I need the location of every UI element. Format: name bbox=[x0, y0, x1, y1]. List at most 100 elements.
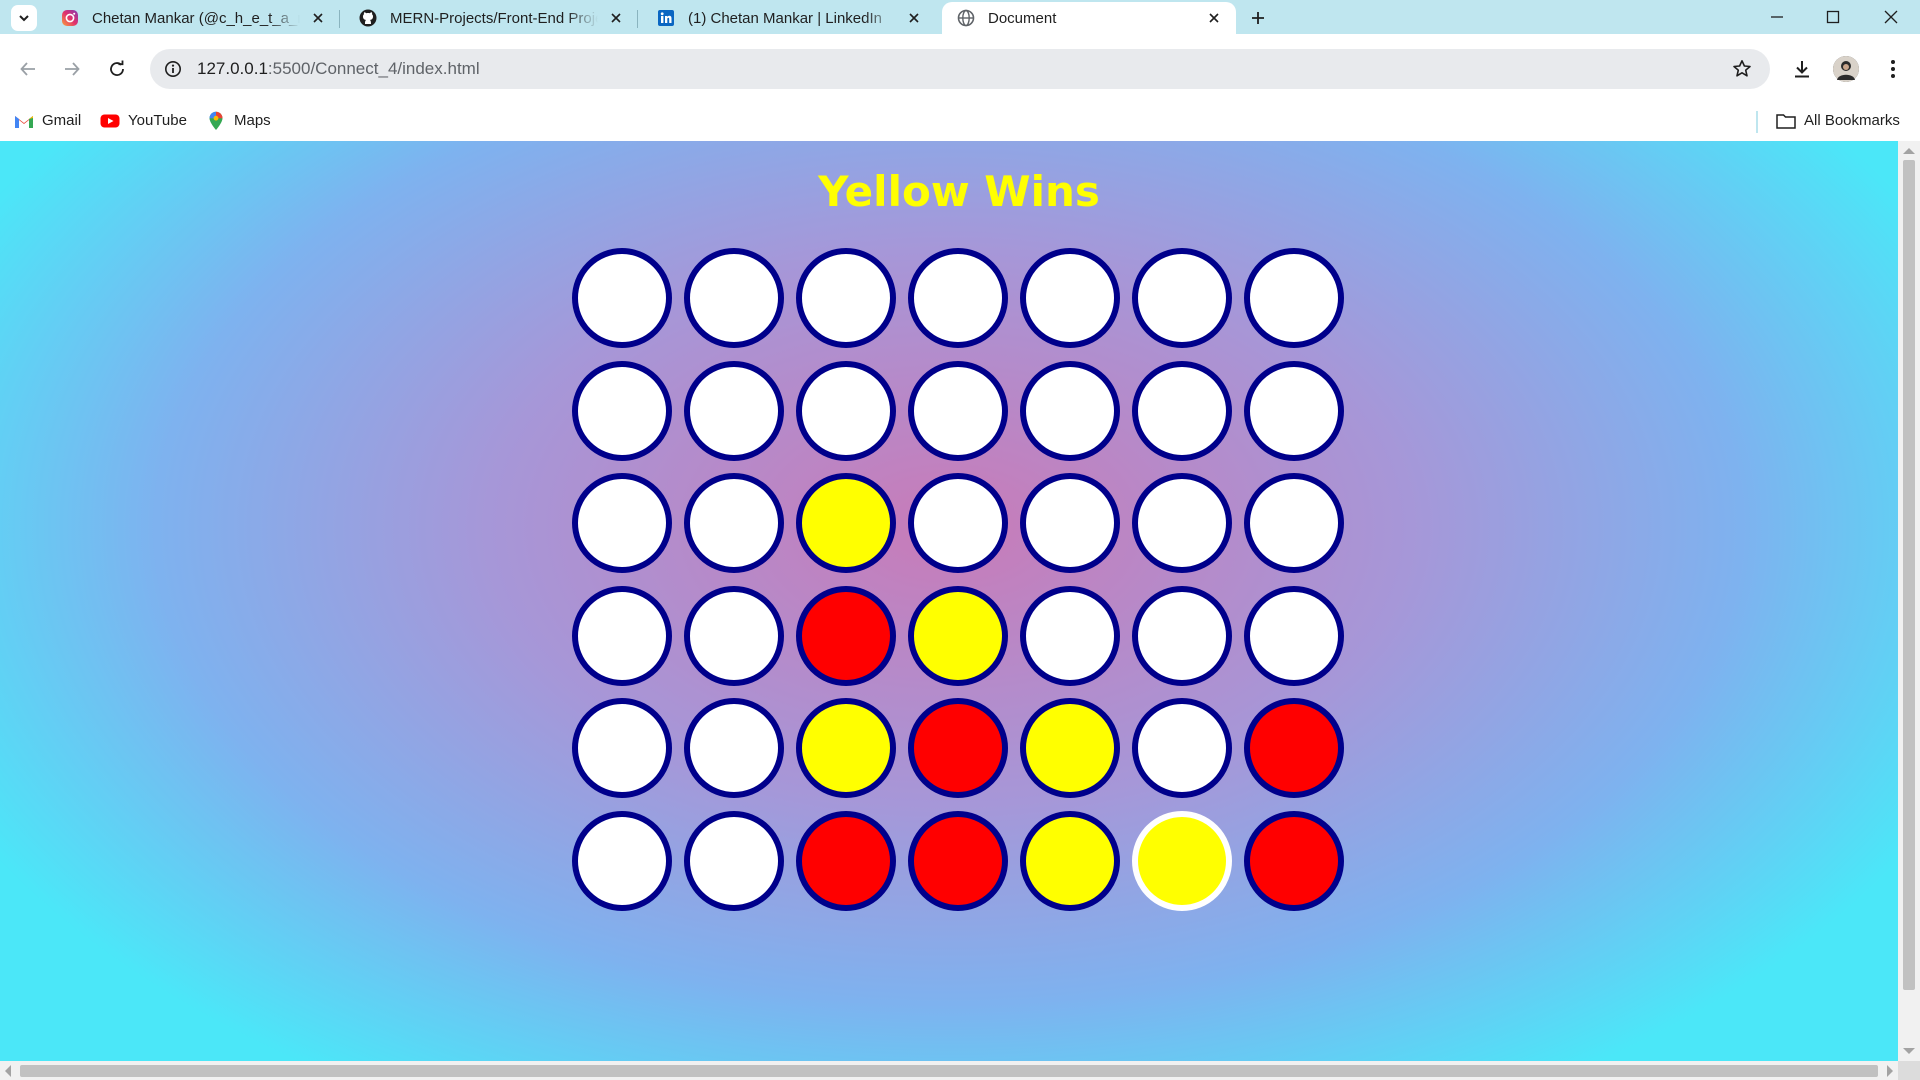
all-bookmarks-button[interactable]: All Bookmarks bbox=[1776, 101, 1900, 140]
board-cell[interactable] bbox=[1020, 248, 1120, 348]
menu-button[interactable] bbox=[1876, 52, 1910, 86]
board-cell[interactable] bbox=[908, 360, 1008, 461]
board-cell[interactable] bbox=[1132, 810, 1232, 911]
minimize-button[interactable] bbox=[1754, 0, 1800, 34]
scroll-right-arrow-icon[interactable] bbox=[1887, 1065, 1893, 1077]
board-cell[interactable] bbox=[1020, 698, 1120, 799]
bookmark-maps[interactable]: Maps bbox=[206, 101, 271, 140]
board-cell[interactable] bbox=[1020, 585, 1120, 686]
scroll-down-arrow-icon[interactable] bbox=[1903, 1048, 1915, 1054]
instagram-icon bbox=[60, 8, 80, 28]
arrow-left-icon bbox=[20, 62, 35, 76]
reload-button[interactable] bbox=[100, 52, 134, 86]
board-cell[interactable] bbox=[1132, 473, 1232, 574]
url-host: 127.0.0.1 bbox=[197, 59, 268, 78]
board-cell[interactable] bbox=[1132, 698, 1232, 799]
board-cell[interactable] bbox=[796, 585, 896, 686]
board-cell[interactable] bbox=[684, 810, 784, 911]
board-cell[interactable] bbox=[572, 360, 672, 461]
vertical-scrollbar[interactable] bbox=[1898, 141, 1920, 1061]
browser-toolbar: 127.0.0.1:5500/Connect_4/index.html Gmai… bbox=[0, 34, 1920, 140]
game-status-heading: Yellow Wins bbox=[818, 167, 1100, 216]
board-cell[interactable] bbox=[796, 698, 896, 799]
board-cell[interactable] bbox=[1244, 585, 1344, 686]
avatar bbox=[1833, 56, 1859, 82]
board-cell[interactable] bbox=[1244, 810, 1344, 911]
board-cell[interactable] bbox=[1244, 248, 1344, 348]
board-cell[interactable] bbox=[908, 585, 1008, 686]
board-cell[interactable] bbox=[572, 473, 672, 574]
tab-title: (1) Chetan Mankar | LinkedIn bbox=[688, 9, 882, 27]
board-cell[interactable] bbox=[572, 585, 672, 686]
board-cell[interactable] bbox=[684, 585, 784, 686]
bookmark-gmail[interactable]: Gmail bbox=[14, 101, 81, 140]
plus-icon bbox=[1252, 12, 1264, 24]
board-cell[interactable] bbox=[1020, 360, 1120, 461]
tab-github[interactable]: MERN-Projects/Front-End Proje bbox=[344, 2, 638, 34]
bookmark-label: Maps bbox=[234, 112, 271, 129]
maps-icon bbox=[206, 111, 226, 131]
board-cell[interactable] bbox=[572, 248, 672, 348]
address-bar[interactable]: 127.0.0.1:5500/Connect_4/index.html bbox=[150, 49, 1770, 89]
board-cell[interactable] bbox=[1020, 810, 1120, 911]
maximize-icon bbox=[1826, 10, 1840, 24]
forward-button[interactable] bbox=[55, 52, 89, 86]
board-cell[interactable] bbox=[684, 248, 784, 348]
bookmark-star-icon[interactable] bbox=[1730, 57, 1754, 81]
more-vertical-icon bbox=[1891, 60, 1895, 78]
downloads-button[interactable] bbox=[1785, 52, 1819, 86]
close-tab-icon[interactable] bbox=[904, 8, 924, 28]
horizontal-scrollbar[interactable] bbox=[0, 1061, 1898, 1080]
board-cell[interactable] bbox=[908, 810, 1008, 911]
tab-separator bbox=[339, 10, 340, 28]
board-cell[interactable] bbox=[684, 360, 784, 461]
scrollbar-corner bbox=[1898, 1061, 1920, 1080]
profile-button[interactable] bbox=[1829, 52, 1863, 86]
board-cell[interactable] bbox=[796, 360, 896, 461]
close-tab-icon[interactable] bbox=[308, 8, 328, 28]
bookmark-label: YouTube bbox=[128, 112, 187, 129]
board-cell[interactable] bbox=[908, 473, 1008, 574]
minimize-icon bbox=[1771, 16, 1783, 18]
close-icon bbox=[1884, 10, 1898, 24]
tab-instagram[interactable]: Chetan Mankar (@c_h_e_t_a_n_ bbox=[46, 2, 340, 34]
url-path: :5500/Connect_4/index.html bbox=[267, 59, 480, 78]
scroll-up-arrow-icon[interactable] bbox=[1903, 148, 1915, 154]
site-info-icon[interactable] bbox=[160, 56, 186, 82]
board-cell[interactable] bbox=[572, 698, 672, 799]
board-cell[interactable] bbox=[908, 698, 1008, 799]
board-cell[interactable] bbox=[572, 810, 672, 911]
url-text[interactable]: 127.0.0.1:5500/Connect_4/index.html bbox=[197, 59, 480, 79]
close-tab-icon[interactable] bbox=[1204, 8, 1224, 28]
close-window-button[interactable] bbox=[1868, 0, 1914, 34]
tab-search-button[interactable] bbox=[11, 5, 37, 31]
board-cell[interactable] bbox=[1132, 360, 1232, 461]
close-tab-icon[interactable] bbox=[606, 8, 626, 28]
board-cell[interactable] bbox=[684, 473, 784, 574]
tab-document[interactable]: Document bbox=[942, 2, 1236, 34]
vertical-scrollbar-thumb[interactable] bbox=[1903, 160, 1915, 990]
bookmarks-divider bbox=[1756, 111, 1758, 133]
tab-title: Chetan Mankar (@c_h_e_t_a_n_ bbox=[92, 9, 300, 27]
tab-title: Document bbox=[988, 9, 1057, 27]
board-cell[interactable] bbox=[796, 248, 896, 348]
maximize-button[interactable] bbox=[1810, 0, 1856, 34]
board-cell[interactable] bbox=[1132, 585, 1232, 686]
tab-linkedin[interactable]: (1) Chetan Mankar | LinkedIn bbox=[642, 2, 936, 34]
board-cell[interactable] bbox=[1132, 248, 1232, 348]
board-cell[interactable] bbox=[1244, 698, 1344, 799]
globe-icon bbox=[956, 8, 976, 28]
board-cell[interactable] bbox=[908, 248, 1008, 348]
board-cell[interactable] bbox=[1244, 360, 1344, 461]
back-button[interactable] bbox=[11, 52, 45, 86]
all-bookmarks-label: All Bookmarks bbox=[1804, 112, 1900, 129]
scroll-left-arrow-icon[interactable] bbox=[5, 1065, 11, 1077]
board-cell[interactable] bbox=[1020, 473, 1120, 574]
new-tab-button[interactable] bbox=[1245, 5, 1271, 31]
bookmark-youtube[interactable]: YouTube bbox=[100, 101, 187, 140]
horizontal-scrollbar-thumb[interactable] bbox=[20, 1065, 1878, 1077]
board-cell[interactable] bbox=[796, 473, 896, 574]
board-cell[interactable] bbox=[1244, 473, 1344, 574]
board-cell[interactable] bbox=[684, 698, 784, 799]
board-cell[interactable] bbox=[796, 810, 896, 911]
